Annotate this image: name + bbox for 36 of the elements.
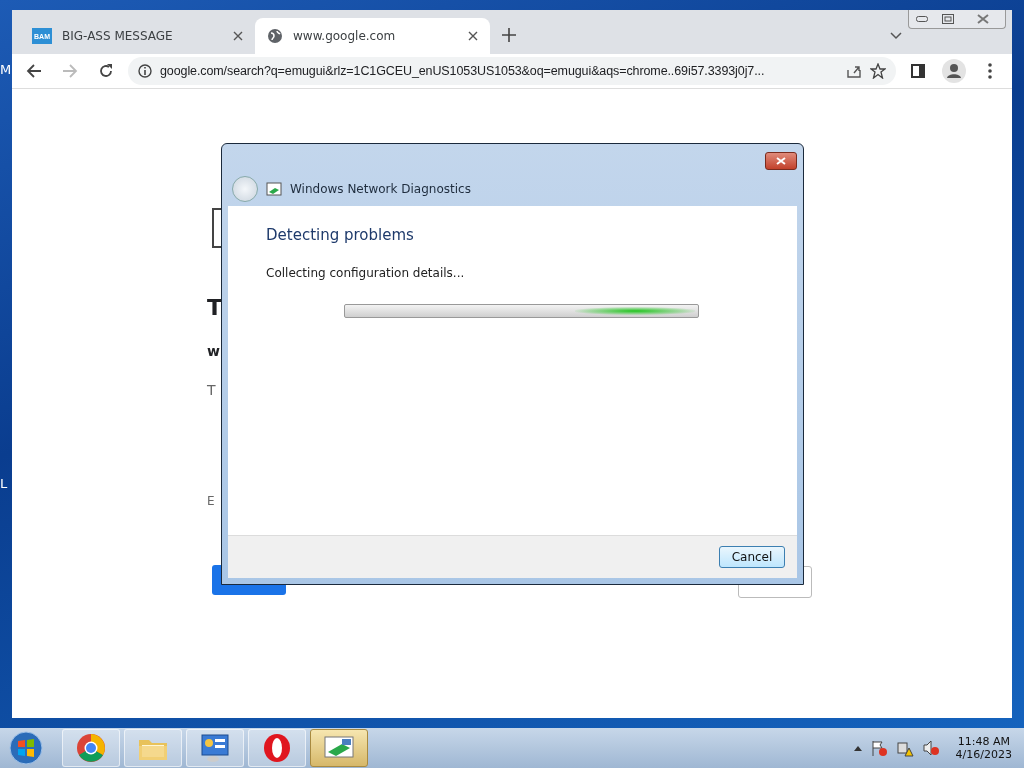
desktop-icon-label: M — [0, 62, 12, 77]
close-icon[interactable] — [233, 31, 243, 41]
desktop-icon-label: L — [0, 476, 8, 491]
share-icon[interactable] — [846, 64, 862, 78]
show-hidden-icons-icon[interactable] — [853, 745, 862, 751]
clock-time[interactable]: 11:48 AM — [957, 735, 1010, 748]
profile-icon[interactable] — [940, 57, 968, 85]
opera-icon — [262, 733, 292, 763]
dialog-heading: Detecting problems — [266, 226, 415, 244]
status-text: Collecting configuration details... — [266, 266, 466, 280]
close-button[interactable] — [765, 152, 797, 170]
clock-date[interactable]: 4/16/2023 — [955, 748, 1012, 761]
dialog-title: Windows Network Diagnostics — [290, 182, 471, 196]
chrome-icon — [76, 733, 106, 763]
close-icon — [776, 157, 786, 165]
cancel-button[interactable]: Cancel — [719, 546, 785, 568]
browser-tab[interactable]: www.google.com — [255, 18, 490, 54]
network-diagnostics-icon — [266, 182, 282, 196]
url-text: google.com/search?q=emugui&rlz=1C1GCEU_enUS1053US1053&oq=emugui&aqs=chrome..69i57.3393j0j7... — [160, 64, 766, 78]
page-text: E — [207, 494, 215, 508]
close-icon[interactable] — [468, 31, 478, 41]
globe-icon — [267, 28, 283, 44]
speaker-icon[interactable] — [921, 739, 940, 757]
page-heading: T — [207, 295, 222, 320]
page-subheading: w — [207, 343, 220, 359]
chevron-down-icon[interactable] — [890, 32, 902, 40]
new-tab-icon[interactable] — [502, 28, 516, 42]
taskbar-button[interactable] — [310, 729, 368, 767]
control-panel-icon — [199, 733, 231, 763]
network-icon[interactable] — [895, 739, 914, 757]
address-bar[interactable]: google.com/search?q=emugui&rlz=1C1GCEU_enUS1053US1053&oq=emugui&aqs=chrome..69i57.3393j0j7... — [128, 57, 896, 85]
info-icon[interactable] — [138, 64, 152, 78]
star-icon[interactable] — [870, 63, 886, 79]
page-text: T — [207, 382, 216, 398]
start-button[interactable] — [6, 729, 46, 767]
flag-icon[interactable] — [869, 739, 888, 757]
